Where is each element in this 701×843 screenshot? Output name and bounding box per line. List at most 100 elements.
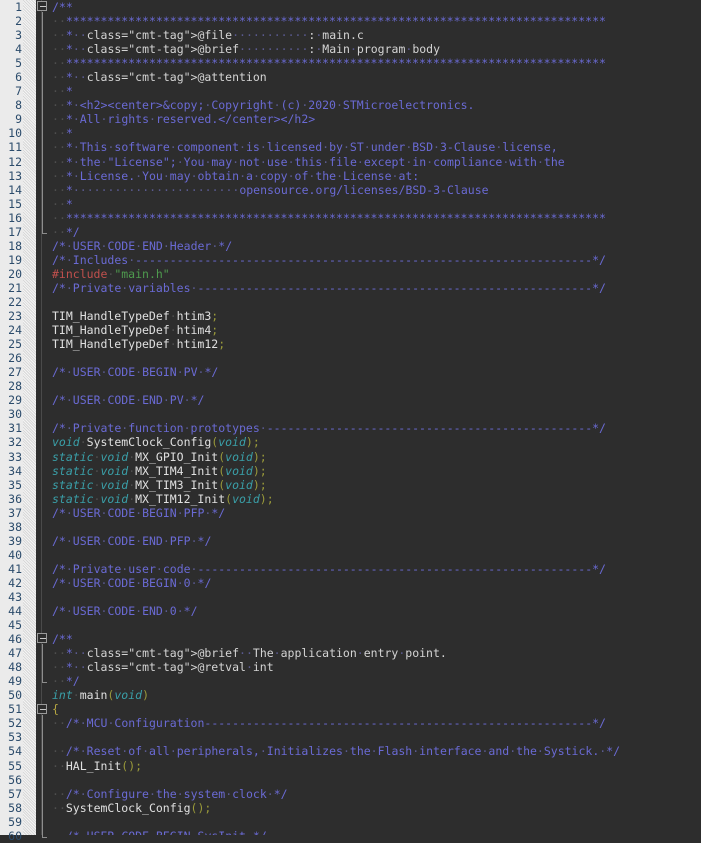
- gutter-annotation-strip[interactable]: [23, 0, 36, 835]
- line-number: 58: [8, 800, 22, 815]
- code-line[interactable]: ··SystemClock_Config();: [52, 801, 701, 815]
- code-line[interactable]: [52, 407, 701, 421]
- line-number: 13: [8, 168, 22, 183]
- code-line[interactable]: {: [52, 702, 701, 716]
- fold-toggle-icon[interactable]: [37, 1, 47, 11]
- line-number: 33: [8, 449, 22, 464]
- code-line[interactable]: ··*/: [52, 225, 701, 239]
- code-line[interactable]: ··*: [52, 84, 701, 98]
- code-line[interactable]: [52, 618, 701, 632]
- line-number: 49: [8, 674, 22, 689]
- code-line[interactable]: void·SystemClock_Config(void);: [52, 435, 701, 449]
- code-line[interactable]: ··*························opensource.or…: [52, 183, 701, 197]
- line-number: 38: [8, 519, 22, 534]
- code-line[interactable]: /*·Private·user·code·-------------------…: [52, 562, 701, 576]
- code-line[interactable]: ··*/: [52, 674, 701, 688]
- fold-region-end: [42, 232, 47, 234]
- code-line[interactable]: /*·USER·CODE·END·PV·*/: [52, 393, 701, 407]
- code-line[interactable]: /**: [52, 0, 701, 14]
- code-editor[interactable]: 1 2 3 4 5 6 7 8 9 10 11 12 13 14 15 16 17 18 19 20 21 22 23 24 2…: [0, 0, 701, 843]
- code-line[interactable]: ··*··class="cmt-tag">@brief··········:·M…: [52, 42, 701, 56]
- code-line[interactable]: /*·Private·variables·-------------------…: [52, 281, 701, 295]
- fold-region-line: [42, 644, 43, 683]
- code-line[interactable]: ··*··class="cmt-tag">@attention: [52, 70, 701, 84]
- code-line[interactable]: ··*: [52, 126, 701, 140]
- line-number: 50: [8, 688, 22, 703]
- code-line[interactable]: [52, 520, 701, 534]
- line-number: 34: [8, 463, 22, 478]
- fold-toggle-icon[interactable]: [37, 703, 47, 714]
- line-number: 31: [8, 421, 22, 436]
- code-line[interactable]: static·void·MX_TIM3_Init(void);: [52, 478, 701, 492]
- code-line[interactable]: ··*··class="cmt-tag">@retval·int: [52, 660, 701, 674]
- line-number: 42: [8, 575, 22, 590]
- fold-region-line: [42, 714, 43, 837]
- code-line[interactable]: ··*·This·software·component·is·licensed·…: [52, 140, 701, 154]
- line-number: 16: [8, 210, 22, 225]
- code-line[interactable]: [52, 379, 701, 393]
- code-line[interactable]: TIM_HandleTypeDef·htim12;: [52, 337, 701, 351]
- code-line[interactable]: ··*··class="cmt-tag">@file···········:·m…: [52, 28, 701, 42]
- code-line[interactable]: [52, 590, 701, 604]
- code-line[interactable]: static·void·MX_TIM4_Init(void);: [52, 464, 701, 478]
- line-number: 18: [8, 238, 22, 253]
- line-number: 53: [8, 730, 22, 745]
- code-line[interactable]: /*·USER·CODE·END·Header·*/: [52, 239, 701, 253]
- code-line[interactable]: [52, 548, 701, 562]
- code-line[interactable]: ··/*·Reset·of·all·peripherals,·Initializ…: [52, 744, 701, 758]
- code-line[interactable]: ··*·License.·You·may·obtain·a·copy·of·th…: [52, 169, 701, 183]
- code-line[interactable]: [52, 295, 701, 309]
- code-line[interactable]: [52, 815, 701, 829]
- code-line[interactable]: TIM_HandleTypeDef·htim4;: [52, 323, 701, 337]
- fold-region-end: [42, 836, 47, 838]
- code-line[interactable]: int·main(void): [52, 688, 701, 702]
- code-line[interactable]: /*·USER·CODE·BEGIN·0·*/: [52, 576, 701, 590]
- line-number: 35: [8, 477, 22, 492]
- line-number: 12: [8, 154, 22, 169]
- code-line[interactable]: /*·Includes·----------------------------…: [52, 253, 701, 267]
- code-line[interactable]: /*·USER·CODE·END·0·*/: [52, 604, 701, 618]
- line-number: 43: [8, 589, 22, 604]
- code-content-area[interactable]: /** ··***********************************…: [50, 0, 701, 835]
- code-line[interactable]: ··**************************************…: [52, 14, 701, 28]
- code-line[interactable]: ··/*·MCU·Configuration------------------…: [52, 716, 701, 730]
- code-line[interactable]: static·void·MX_GPIO_Init(void);: [52, 450, 701, 464]
- code-line[interactable]: /*·USER·CODE·BEGIN·PFP·*/: [52, 506, 701, 520]
- line-number: 54: [8, 744, 22, 759]
- line-number: 17: [8, 224, 22, 239]
- code-line[interactable]: ··HAL_Init();: [52, 759, 701, 773]
- code-folding-column[interactable]: [36, 0, 50, 838]
- code-line[interactable]: static·void·MX_TIM12_Init(void);: [52, 492, 701, 506]
- code-line[interactable]: /*·USER·CODE·END·PFP·*/: [52, 534, 701, 548]
- code-line[interactable]: ··**************************************…: [52, 56, 701, 70]
- line-number: 7: [15, 84, 22, 99]
- code-line[interactable]: [52, 351, 701, 365]
- code-line[interactable]: ··*: [52, 197, 701, 211]
- line-number: 39: [8, 533, 22, 548]
- code-line[interactable]: #include·"main.h": [52, 267, 701, 281]
- line-number: 27: [8, 365, 22, 380]
- code-line[interactable]: ··*·<h2><center>&copy;·Copyright·(c)·202…: [52, 98, 701, 112]
- line-number: 36: [8, 491, 22, 506]
- fold-toggle-icon[interactable]: [37, 633, 47, 644]
- code-line[interactable]: /*·USER·CODE·BEGIN·PV·*/: [52, 365, 701, 379]
- code-line[interactable]: /**: [52, 632, 701, 646]
- line-number: 11: [8, 140, 22, 155]
- code-line[interactable]: ··**************************************…: [52, 211, 701, 225]
- code-line[interactable]: ··*·All·rights·reserved.</center></h2>: [52, 112, 701, 126]
- line-number: 57: [8, 786, 22, 801]
- line-number: 45: [8, 618, 22, 633]
- line-number: 41: [8, 561, 22, 576]
- code-line[interactable]: ··/*·USER·CODE·BEGIN·SysInit·*/: [52, 829, 701, 835]
- line-number: 46: [8, 632, 22, 647]
- line-number: 3: [15, 28, 22, 43]
- code-line[interactable]: ··*·the·"License";·You·may·not·use·this·…: [52, 155, 701, 169]
- code-line[interactable]: [52, 730, 701, 744]
- code-line[interactable]: TIM_HandleTypeDef·htim3;: [52, 309, 701, 323]
- code-line[interactable]: /*·Private·function·prototypes·---------…: [52, 421, 701, 435]
- code-line[interactable]: [52, 773, 701, 787]
- line-number: 47: [8, 646, 22, 661]
- code-line[interactable]: ··*··class="cmt-tag">@brief··The·applica…: [52, 646, 701, 660]
- line-number: 6: [15, 70, 22, 85]
- code-line[interactable]: ··/*·Configure·the·system·clock·*/: [52, 787, 701, 801]
